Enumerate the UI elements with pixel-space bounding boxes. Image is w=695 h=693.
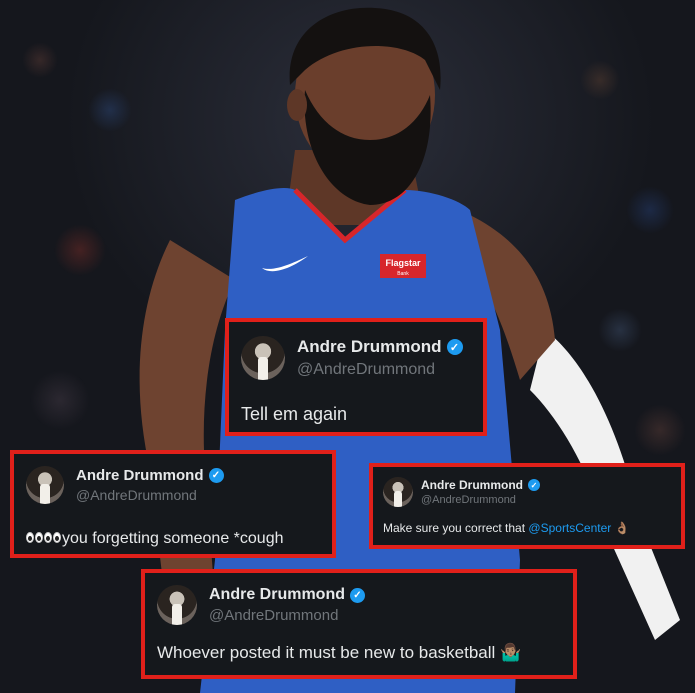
- tweet-card-4: Andre Drummond ✓ @AndreDrummond Whoever …: [141, 569, 577, 679]
- display-name[interactable]: Andre Drummond: [421, 478, 523, 492]
- tweet-card-1: Andre Drummond ✓ @AndreDrummond Tell em …: [225, 318, 487, 436]
- shrug-emoji-icon: 🤷🏽‍♂️: [500, 643, 522, 662]
- tweet-text: you forgetting someone *cough: [26, 530, 283, 548]
- sponsor-logo-text: Flagstar: [385, 258, 421, 268]
- tweet-text-body: Make sure you correct that: [383, 521, 529, 535]
- tweet-card-2: Andre Drummond ✓ @AndreDrummond you forg…: [10, 450, 336, 558]
- eyes-emoji-icon: [26, 530, 62, 548]
- verified-badge-icon: ✓: [446, 339, 463, 355]
- user-handle[interactable]: @AndreDrummond: [421, 494, 540, 506]
- display-name[interactable]: Andre Drummond: [76, 467, 204, 484]
- avatar[interactable]: [157, 585, 197, 625]
- tweet-text-body: you forgetting someone *cough: [62, 530, 284, 548]
- ok-hand-emoji-icon: 👌🏽: [614, 521, 630, 535]
- avatar[interactable]: [241, 336, 285, 380]
- avatar[interactable]: [383, 477, 413, 507]
- tweet-card-3: Andre Drummond ✓ @AndreDrummond Make sur…: [369, 463, 685, 549]
- verified-badge-icon: ✓: [528, 479, 540, 491]
- tweet-text: Tell em again: [241, 404, 348, 424]
- tweet-text-body: Whoever posted it must be new to basketb…: [157, 643, 501, 662]
- display-name[interactable]: Andre Drummond: [209, 586, 345, 604]
- avatar[interactable]: [26, 466, 64, 504]
- tweet-text: Make sure you correct that @SportsCenter…: [383, 521, 630, 535]
- display-name[interactable]: Andre Drummond: [297, 337, 442, 357]
- verified-badge-icon: ✓: [350, 587, 365, 603]
- user-handle[interactable]: @AndreDrummond: [209, 607, 365, 624]
- tweet-text: Whoever posted it must be new to basketb…: [157, 643, 521, 663]
- user-handle[interactable]: @AndreDrummond: [297, 361, 463, 379]
- sponsor-logo-subtext: Bank: [397, 271, 409, 277]
- mention-link[interactable]: @SportsCenter: [528, 521, 611, 535]
- verified-badge-icon: ✓: [208, 468, 224, 483]
- user-handle[interactable]: @AndreDrummond: [76, 487, 224, 503]
